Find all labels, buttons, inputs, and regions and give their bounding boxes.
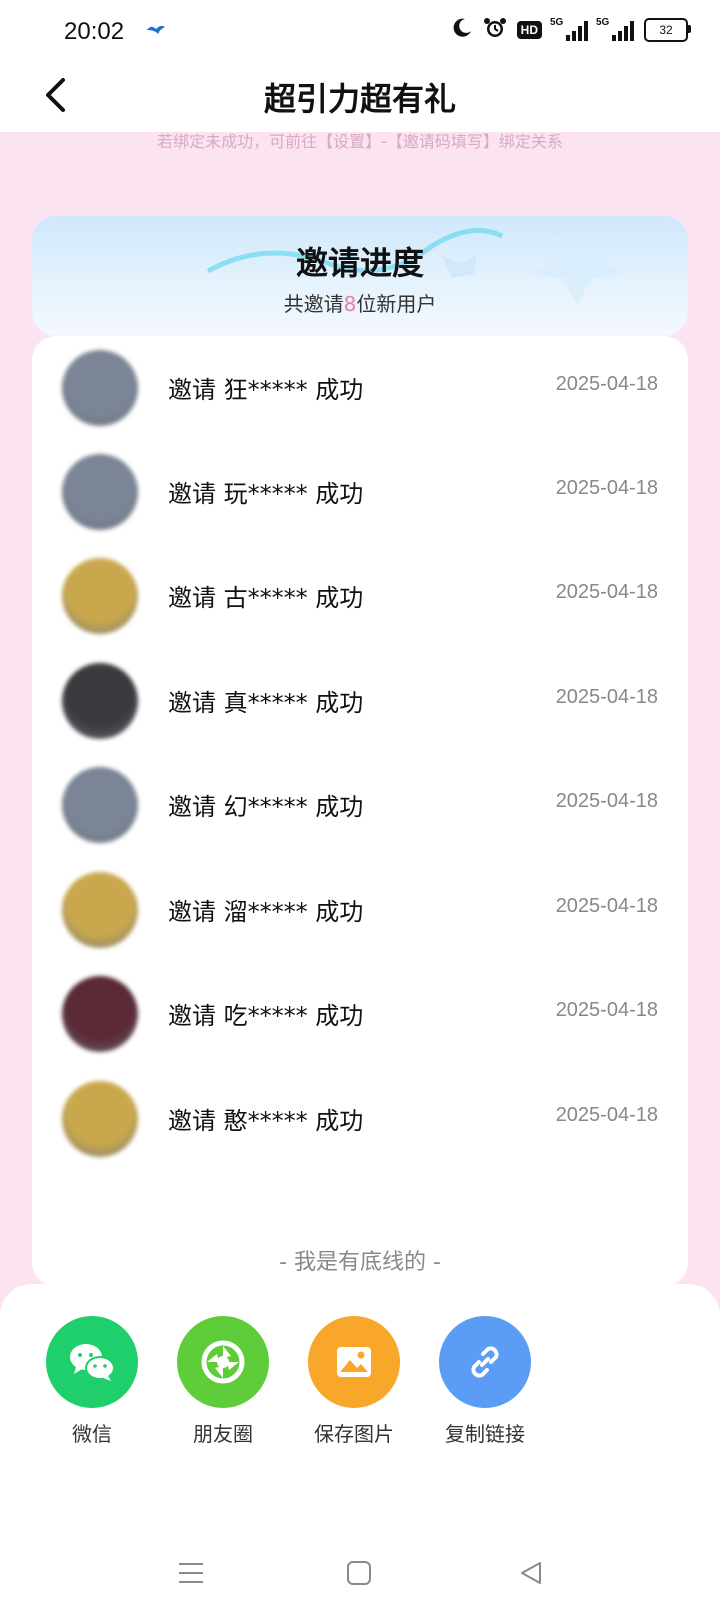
invite-row: 邀请 吃***** 成功 2025-04-18 bbox=[32, 962, 688, 1062]
share-circle bbox=[177, 1316, 269, 1408]
avatar bbox=[62, 663, 138, 739]
status-time: 20:02 bbox=[64, 18, 125, 45]
invite-text: 邀请 古***** 成功 bbox=[168, 584, 364, 612]
share-circle bbox=[439, 1316, 531, 1408]
share-wechat-button[interactable]: 微信 bbox=[32, 1316, 152, 1447]
avatar bbox=[62, 350, 138, 426]
invite-list: 邀请 狂***** 成功 2025-04-18 邀请 玩***** 成功 202… bbox=[32, 336, 688, 1286]
moon-icon bbox=[451, 17, 473, 43]
invite-row: 邀请 憨***** 成功 2025-04-18 bbox=[32, 1067, 688, 1167]
invite-text: 邀请 狂***** 成功 bbox=[168, 376, 364, 404]
avatar bbox=[62, 872, 138, 948]
end-of-list-note: - 我是有底线的 - bbox=[279, 1250, 441, 1275]
avatar bbox=[62, 454, 138, 530]
menu-button[interactable] bbox=[174, 1556, 208, 1590]
invite-text: 邀请 幻***** 成功 bbox=[168, 793, 364, 821]
invite-text: 邀请 吃***** 成功 bbox=[168, 1002, 364, 1030]
nav-header: 超引力超有礼 bbox=[0, 62, 720, 132]
alarm-icon bbox=[483, 16, 507, 44]
bird-icon bbox=[146, 22, 166, 41]
link-icon bbox=[471, 1346, 499, 1378]
avatar bbox=[62, 767, 138, 843]
moments-icon bbox=[201, 1340, 245, 1384]
hd-badge: HD bbox=[516, 21, 542, 39]
share-save-image-button[interactable]: 保存图片 bbox=[294, 1316, 414, 1447]
signal-icon: 5G bbox=[550, 17, 588, 41]
progress-sub-prefix: 共邀请 bbox=[283, 292, 344, 316]
system-nav-bar bbox=[0, 1540, 720, 1600]
avatar bbox=[62, 558, 138, 634]
avatar bbox=[62, 976, 138, 1052]
invite-row: 邀请 溜***** 成功 2025-04-18 bbox=[32, 858, 688, 958]
share-moments-button[interactable]: 朋友圈 bbox=[163, 1316, 283, 1447]
page-title: 超引力超有礼 bbox=[263, 80, 456, 118]
progress-sub-suffix: 位新用户 bbox=[356, 292, 437, 316]
share-label: 朋友圈 bbox=[193, 1422, 253, 1446]
share-copy-link-button[interactable]: 复制链接 bbox=[425, 1316, 545, 1447]
signal-icon: 5G bbox=[596, 17, 634, 41]
battery-indicator: 32 bbox=[644, 18, 691, 42]
signal-label: 5G bbox=[596, 17, 610, 28]
progress-subtitle: 共邀请8位新用户 bbox=[32, 288, 688, 317]
home-button[interactable] bbox=[342, 1556, 376, 1590]
share-label: 保存图片 bbox=[314, 1422, 394, 1446]
share-circle bbox=[46, 1316, 138, 1408]
progress-title: 邀请进度 bbox=[295, 244, 424, 282]
invite-row: 邀请 真***** 成功 2025-04-18 bbox=[32, 649, 688, 749]
signal-label: 5G bbox=[550, 17, 564, 28]
invite-text: 邀请 真***** 成功 bbox=[168, 689, 364, 717]
invite-text: 邀请 憨***** 成功 bbox=[168, 1107, 364, 1135]
invite-row: 邀请 古***** 成功 2025-04-18 bbox=[32, 544, 688, 644]
invite-date: 2025-04-18 bbox=[555, 895, 658, 917]
invite-text: 邀请 玩***** 成功 bbox=[168, 480, 364, 508]
menu-icon bbox=[179, 1563, 203, 1583]
share-circle bbox=[308, 1316, 400, 1408]
invite-date: 2025-04-18 bbox=[555, 581, 658, 603]
invite-row: 邀请 幻***** 成功 2025-04-18 bbox=[32, 753, 688, 853]
status-bar: 20:02 HD 5G 5G 32 bbox=[0, 0, 720, 62]
invite-date: 2025-04-18 bbox=[555, 477, 658, 499]
invite-count: 8 bbox=[343, 292, 357, 316]
invite-date: 2025-04-18 bbox=[555, 999, 658, 1021]
binding-hint: 若绑定未成功，可前往【设置】-【邀请码填写】绑定关系 bbox=[157, 132, 563, 151]
invite-row: 邀请 玩***** 成功 2025-04-18 bbox=[32, 440, 688, 540]
invite-date: 2025-04-18 bbox=[555, 373, 658, 395]
invite-date: 2025-04-18 bbox=[555, 790, 658, 812]
avatar bbox=[62, 1081, 138, 1157]
invite-date: 2025-04-18 bbox=[555, 1104, 658, 1126]
share-label: 复制链接 bbox=[445, 1422, 525, 1446]
back-nav-button[interactable] bbox=[514, 1556, 548, 1590]
invite-date: 2025-04-18 bbox=[555, 686, 658, 708]
invite-row: 邀请 狂***** 成功 2025-04-18 bbox=[32, 336, 688, 436]
save-image-icon bbox=[337, 1347, 371, 1377]
invite-text: 邀请 溜***** 成功 bbox=[168, 898, 364, 926]
home-square-icon bbox=[347, 1561, 371, 1585]
back-triangle-icon bbox=[521, 1562, 541, 1584]
wechat-icon bbox=[70, 1344, 115, 1381]
invite-progress-header: 邀请进度 共邀请8位新用户 bbox=[32, 216, 688, 336]
share-label: 微信 bbox=[72, 1422, 112, 1446]
